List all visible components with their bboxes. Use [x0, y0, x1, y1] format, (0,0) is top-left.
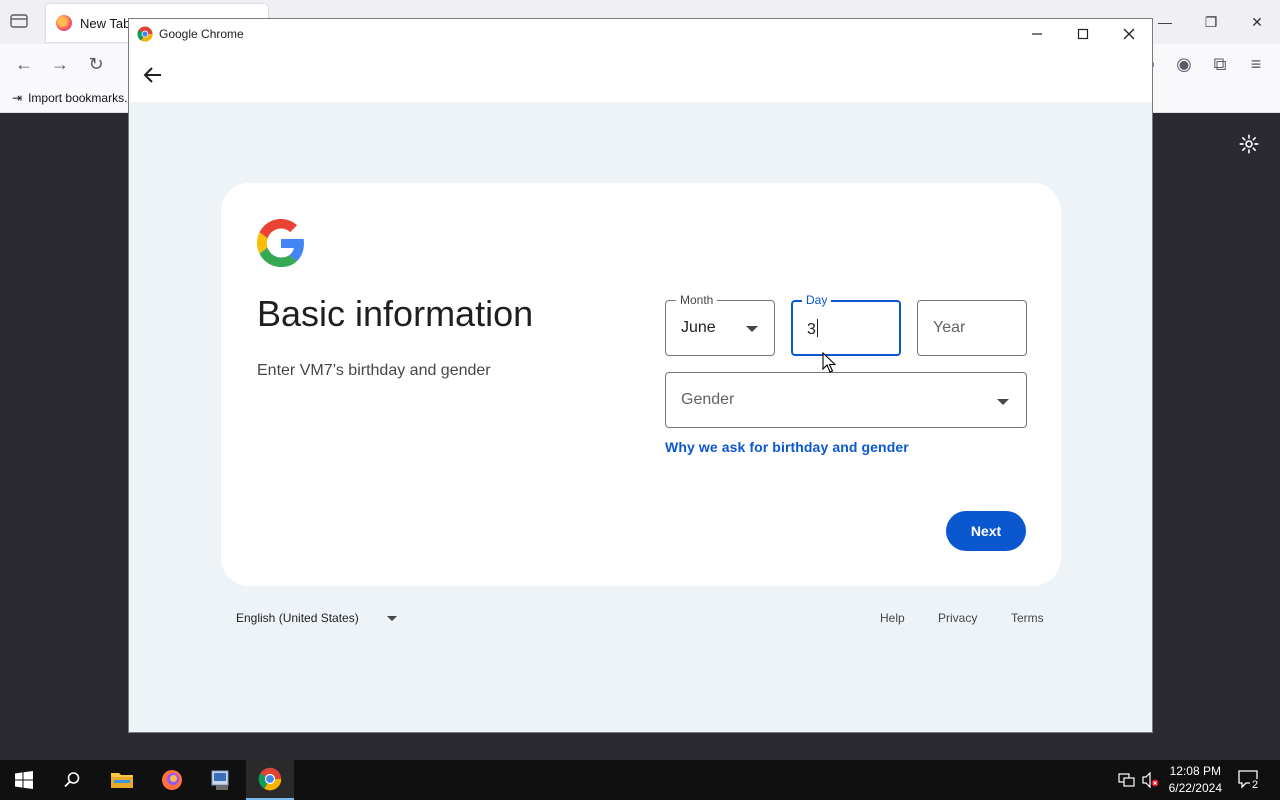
volume-muted-icon[interactable] — [1142, 772, 1160, 788]
application-icon — [211, 770, 229, 790]
page-subtitle: Enter VM7’s birthday and gender — [257, 362, 491, 379]
language-selector[interactable]: English (United States) — [236, 611, 397, 625]
search-button[interactable] — [48, 760, 96, 800]
dropdown-arrow-icon — [386, 615, 397, 621]
import-bookmarks-label: Import bookmarks... — [28, 91, 135, 105]
folder-icon — [111, 773, 133, 788]
windows-icon — [15, 771, 33, 789]
page-title: Basic information — [257, 293, 534, 334]
gender-select[interactable]: Gender — [665, 372, 1027, 428]
menu-icon[interactable]: ≡ — [1246, 54, 1266, 74]
taskbar-chrome[interactable] — [246, 760, 294, 800]
mouse-pointer-icon — [822, 352, 836, 373]
back-icon[interactable]: ← — [14, 54, 34, 74]
month-select[interactable]: Month June — [665, 293, 775, 356]
gear-icon[interactable] — [1238, 133, 1260, 155]
maximize-icon[interactable] — [1060, 19, 1106, 49]
import-icon: ⇥ — [12, 91, 23, 105]
import-bookmarks-button[interactable]: ⇥ Import bookmarks... — [12, 91, 134, 105]
account-icon[interactable]: ◉ — [1174, 54, 1194, 74]
system-clock[interactable]: 12:08 PM 6/22/2024 — [1169, 763, 1222, 797]
month-label: Month — [676, 293, 718, 307]
firefox-icon — [162, 770, 182, 790]
network-icon[interactable] — [1118, 772, 1136, 788]
notification-center-button[interactable]: 2 — [1238, 770, 1261, 791]
notification-count: 2 — [1250, 779, 1261, 791]
text-cursor — [816, 319, 818, 337]
chrome-window-controls — [1014, 19, 1152, 49]
clock-date: 6/22/2024 — [1168, 781, 1222, 795]
year-field[interactable]: Year — [917, 300, 1027, 356]
taskbar-firefox[interactable] — [148, 760, 196, 800]
why-birthday-gender-link[interactable]: Why we ask for birthday and gender — [665, 439, 909, 455]
search-icon — [64, 772, 80, 788]
minimize-icon[interactable] — [1014, 19, 1060, 49]
month-value: June — [681, 319, 716, 336]
dropdown-arrow-icon — [997, 399, 1009, 405]
help-link[interactable]: Help — [880, 611, 905, 625]
start-button[interactable] — [0, 760, 48, 800]
chrome-icon — [137, 26, 153, 42]
day-field[interactable]: Day 3 — [791, 293, 901, 356]
chrome-header — [129, 49, 1152, 102]
reload-icon[interactable]: ↻ — [86, 54, 106, 74]
taskbar-app[interactable] — [197, 760, 245, 800]
firefox-icon — [56, 15, 72, 31]
terms-link[interactable]: Terms — [1011, 611, 1044, 625]
tab-title: New Tab — [80, 15, 131, 31]
chrome-title-bar: Google Chrome — [129, 19, 1152, 49]
next-button[interactable]: Next — [946, 511, 1026, 551]
signup-card: Basic information Enter VM7’s birthday a… — [221, 183, 1061, 586]
windows-taskbar: 12:08 PM 6/22/2024 2 — [0, 760, 1280, 800]
gender-placeholder: Gender — [681, 391, 735, 408]
clock-time: 12:08 PM — [1169, 764, 1221, 778]
tab-list-icon[interactable] — [10, 13, 28, 29]
close-icon[interactable] — [1106, 19, 1152, 49]
dropdown-arrow-icon — [746, 326, 758, 332]
privacy-link[interactable]: Privacy — [938, 611, 977, 625]
extensions-icon[interactable]: ⧉ — [1210, 54, 1230, 74]
taskbar-file-explorer[interactable] — [98, 760, 146, 800]
google-logo-icon — [257, 219, 304, 267]
close-icon[interactable]: ✕ — [1234, 0, 1280, 44]
language-label: English (United States) — [236, 611, 359, 625]
restore-icon[interactable]: ❐ — [1188, 0, 1234, 44]
chrome-window-title: Google Chrome — [159, 27, 244, 41]
day-value-wrap: 3 — [807, 319, 818, 339]
day-label: Day — [802, 293, 832, 307]
year-placeholder: Year — [933, 319, 966, 336]
chrome-icon — [258, 767, 282, 791]
back-arrow-icon[interactable] — [141, 63, 165, 87]
day-value: 3 — [807, 321, 816, 338]
forward-icon[interactable]: → — [50, 54, 70, 74]
chrome-window: Google Chrome Basic information Enter VM… — [128, 18, 1153, 733]
firefox-window-controls: — ❐ ✕ — [1142, 0, 1280, 44]
